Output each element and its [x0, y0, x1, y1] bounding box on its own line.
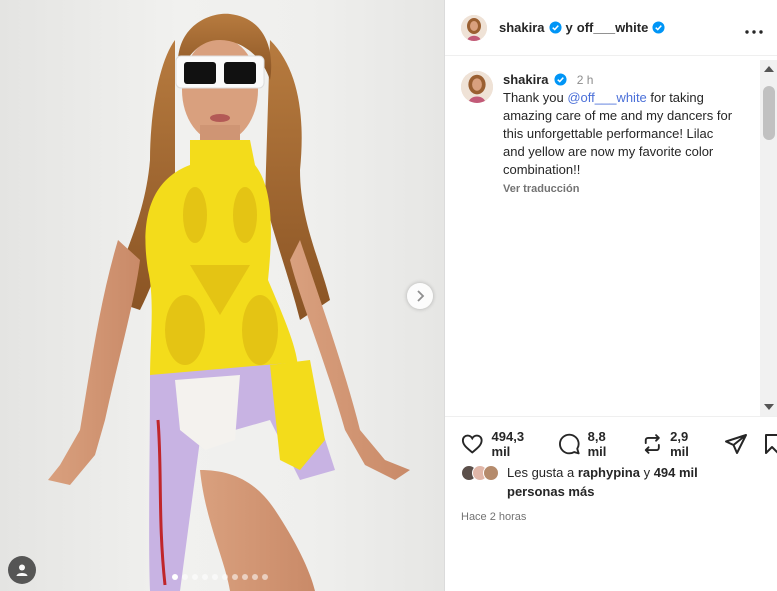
chevron-right-icon — [417, 290, 425, 302]
carousel-next-button[interactable] — [407, 283, 433, 309]
scroll-up-arrow-icon[interactable] — [764, 66, 774, 72]
scroll-down-arrow-icon[interactable] — [764, 404, 774, 410]
repost-icon — [644, 433, 660, 454]
carousel-dot — [232, 574, 238, 580]
caption-avatar[interactable] — [461, 71, 493, 103]
post-header: shakira y off___white — [445, 0, 777, 56]
comments-scrollbar[interactable] — [760, 60, 777, 416]
save-button[interactable] — [764, 433, 777, 455]
see-translation-link[interactable]: Ver traducción — [503, 180, 733, 198]
verified-badge-icon — [549, 21, 562, 34]
more-options-button[interactable] — [745, 19, 763, 37]
post-photo — [48, 13, 410, 591]
user-icon — [16, 564, 28, 576]
author-avatar[interactable] — [461, 14, 487, 41]
post-caption: shakira 2 h Thank you @off___white for t… — [461, 71, 747, 198]
verified-badge-icon — [554, 73, 567, 86]
comments-section: shakira 2 h Thank you @off___white for t… — [445, 57, 763, 415]
liked-by-suffix[interactable]: personas más — [507, 484, 594, 499]
share-icon — [725, 433, 747, 454]
post-timestamp[interactable]: Hace 2 horas — [445, 501, 777, 523]
likes-count: 494,3 mil — [491, 428, 525, 459]
heart-icon — [461, 434, 483, 454]
caption-mention-link[interactable]: @off___white — [567, 90, 646, 105]
like-button[interactable]: 494,3 mil — [461, 429, 543, 459]
scroll-thumb[interactable] — [763, 86, 775, 140]
author-username[interactable]: shakira — [499, 20, 545, 35]
caption-username[interactable]: shakira — [503, 72, 549, 87]
comment-icon — [559, 433, 580, 454]
carousel-dot — [192, 574, 198, 580]
tagged-users-button[interactable] — [8, 556, 36, 584]
caption-text-before: Thank you — [503, 90, 568, 105]
collaborator-username[interactable]: off___white — [577, 20, 649, 35]
carousel-indicator — [172, 574, 268, 580]
post-actions-area: 494,3 mil 8,8 mil 2,9 mil Les gusta a ra… — [445, 416, 777, 523]
liked-by-count-link[interactable]: 494 mil — [654, 465, 698, 480]
liked-by-prefix: Les gusta a — [507, 465, 578, 480]
carousel-dot — [222, 574, 228, 580]
carousel-dot — [182, 574, 188, 580]
carousel-dot — [252, 574, 258, 580]
verified-badge-icon — [652, 21, 665, 34]
carousel-dot — [242, 574, 248, 580]
carousel-dot — [172, 574, 178, 580]
reposts-count: 2,9 mil — [670, 428, 689, 459]
carousel-dot — [212, 574, 218, 580]
more-horizontal-icon — [745, 29, 763, 34]
post-details-panel: shakira y off___white shakira 2 h Thank … — [444, 0, 777, 591]
liker-avatars[interactable] — [461, 465, 499, 481]
action-bar: 494,3 mil 8,8 mil 2,9 mil — [445, 417, 777, 459]
liked-by-middle: y — [639, 465, 654, 480]
comment-button[interactable]: 8,8 mil — [559, 429, 625, 459]
save-icon — [765, 433, 777, 454]
liked-by-text: Les gusta a raphypina y 494 mil personas… — [507, 463, 727, 501]
collab-joiner: y — [565, 20, 573, 35]
caption-time: 2 h — [576, 73, 594, 87]
share-button[interactable] — [724, 433, 748, 455]
liker-avatar — [483, 465, 499, 481]
comments-count: 8,8 mil — [587, 428, 607, 459]
liked-by-user-link[interactable]: raphypina — [578, 465, 640, 480]
liked-by-row: Les gusta a raphypina y 494 mil personas… — [445, 457, 777, 501]
carousel-dot — [262, 574, 268, 580]
carousel-dot — [202, 574, 208, 580]
repost-button[interactable]: 2,9 mil — [642, 429, 708, 459]
post-media[interactable] — [0, 0, 444, 591]
